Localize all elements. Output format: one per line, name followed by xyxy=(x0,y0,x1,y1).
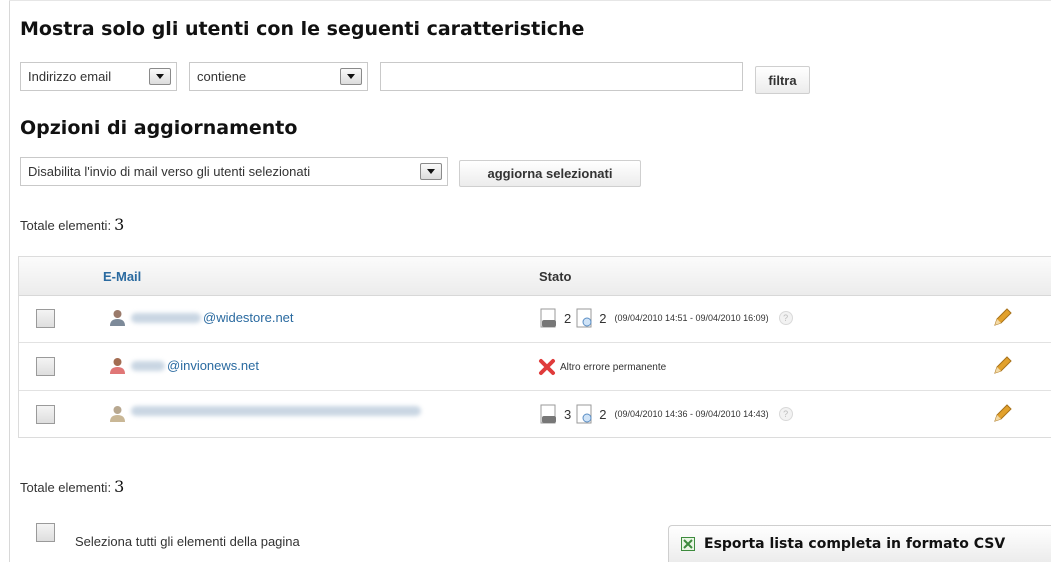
table-row: @widestore.net 2 2 (09/04/2010 14:51 - 0… xyxy=(19,295,1051,343)
masked-email-local-part xyxy=(131,360,165,371)
sent-count: 3 xyxy=(564,406,572,422)
row-checkbox[interactable] xyxy=(36,357,55,376)
update-section-title: Opzioni di aggiornamento xyxy=(20,117,298,139)
row-status: Altro errore permanente xyxy=(538,358,666,376)
error-status-text: Altro errore permanente xyxy=(560,361,667,373)
opened-mail-icon xyxy=(576,404,592,424)
user-email-link[interactable]: @invionews.net xyxy=(131,358,259,373)
user-email-link[interactable]: @widestore.net xyxy=(131,310,294,325)
update-action-value: Disabilita l'invio di mail verso gli ute… xyxy=(28,164,311,179)
total-label: Totale elementi: xyxy=(20,480,112,495)
masked-email-local-part xyxy=(131,312,201,323)
select-all-label: Seleziona tutti gli elementi della pagin… xyxy=(75,534,300,549)
edit-pencil-icon[interactable] xyxy=(991,307,1013,329)
row-checkbox[interactable] xyxy=(36,309,55,328)
row-checkbox[interactable] xyxy=(36,405,55,424)
users-table: E-Mail Stato @widestore.net 2 2 (09/04/2… xyxy=(18,256,1051,438)
edit-pencil-icon[interactable] xyxy=(991,355,1013,377)
total-label: Totale elementi: xyxy=(20,218,112,233)
content-top-border xyxy=(9,0,1051,1)
help-icon[interactable]: ? xyxy=(778,407,793,421)
spreadsheet-icon xyxy=(681,537,695,551)
masked-email-address xyxy=(131,406,421,416)
user-icon xyxy=(110,406,125,422)
total-count-top: Totale elementi: 3 xyxy=(20,215,124,234)
content-left-border xyxy=(9,0,10,562)
user-email-link[interactable] xyxy=(131,406,423,416)
opened-count: 2 xyxy=(599,310,607,326)
row-status: 2 2 (09/04/2010 14:51 - 09/04/2010 16:09… xyxy=(538,307,793,329)
select-all-checkbox[interactable] xyxy=(36,523,55,542)
date-range: (09/04/2010 14:51 - 09/04/2010 16:09) xyxy=(614,313,769,323)
column-header-status: Stato xyxy=(539,269,572,284)
email-domain: @widestore.net xyxy=(203,310,294,325)
user-icon xyxy=(110,310,125,326)
table-row: @invionews.net Altro errore permanente xyxy=(19,343,1051,391)
row-status: 3 2 (09/04/2010 14:36 - 09/04/2010 14:43… xyxy=(538,403,793,425)
sent-count: 2 xyxy=(564,310,572,326)
edit-pencil-icon[interactable] xyxy=(991,403,1013,425)
column-header-email[interactable]: E-Mail xyxy=(103,269,141,284)
opened-mail-icon xyxy=(576,308,592,328)
user-icon xyxy=(110,358,125,374)
update-action-select[interactable]: Disabilita l'invio di mail verso gli ute… xyxy=(20,157,448,186)
filter-field-select[interactable]: Indirizzo email xyxy=(20,62,177,91)
filter-field-value: Indirizzo email xyxy=(28,69,112,84)
filter-operator-select[interactable]: contiene xyxy=(189,62,368,91)
chevron-down-icon xyxy=(149,68,171,85)
table-row: 3 2 (09/04/2010 14:36 - 09/04/2010 14:43… xyxy=(19,391,1051,438)
email-domain: @invionews.net xyxy=(167,358,259,373)
filter-value-input[interactable] xyxy=(380,62,743,91)
filter-operator-value: contiene xyxy=(197,69,247,84)
chevron-down-icon xyxy=(340,68,362,85)
update-selected-button[interactable]: aggiorna selezionati xyxy=(459,160,641,187)
table-header: E-Mail Stato xyxy=(19,257,1051,296)
filter-section-title: Mostra solo gli utenti con le seguenti c… xyxy=(20,18,585,40)
chevron-down-icon xyxy=(420,163,442,180)
date-range: (09/04/2010 14:36 - 09/04/2010 14:43) xyxy=(614,409,769,419)
total-count-bottom: Totale elementi: 3 xyxy=(20,477,124,496)
sent-mail-icon xyxy=(540,308,556,328)
sent-mail-icon xyxy=(540,404,556,424)
opened-count: 2 xyxy=(599,406,607,422)
export-csv-label: Esporta lista completa in formato CSV xyxy=(704,536,1006,552)
export-csv-button[interactable]: Esporta lista completa in formato CSV xyxy=(668,525,1051,562)
help-icon[interactable]: ? xyxy=(778,311,793,325)
total-value: 3 xyxy=(114,215,125,234)
filter-button[interactable]: filtra xyxy=(755,66,810,94)
error-x-icon xyxy=(539,359,555,375)
total-value: 3 xyxy=(114,477,125,496)
